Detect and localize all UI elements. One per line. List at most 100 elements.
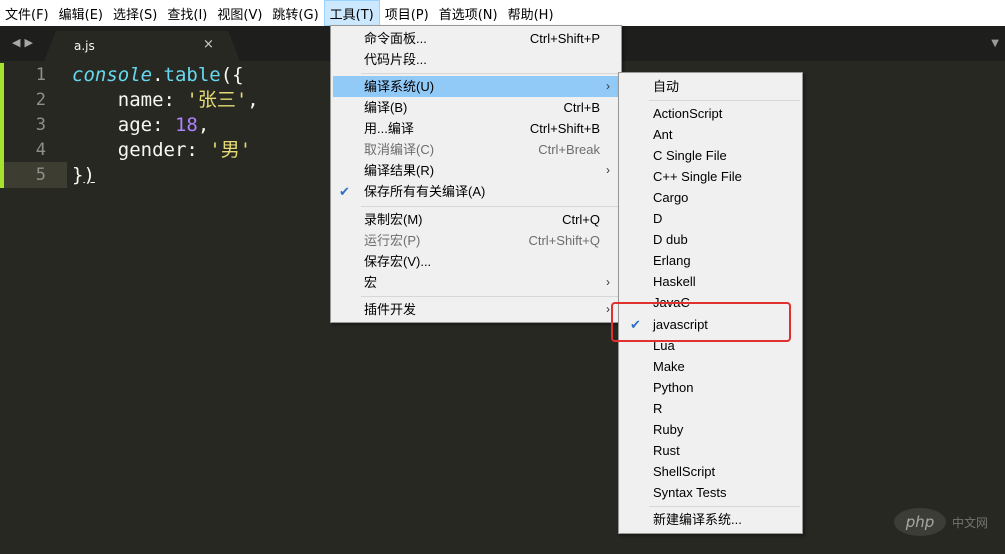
menu-selection[interactable]: 选择(S) [108, 0, 162, 26]
line-number: 2 [35, 90, 46, 110]
menu-item-build-system[interactable]: 编译系统(U) › [333, 76, 619, 97]
build-system-item[interactable]: Ant [621, 124, 800, 145]
menu-item-label: ShellScript [653, 464, 716, 479]
build-system-item[interactable]: Make [621, 356, 800, 377]
menu-item-record-macro[interactable]: 录制宏(M) Ctrl+Q [333, 209, 619, 230]
line-number: 4 [35, 140, 46, 160]
php-logo: php [894, 508, 946, 536]
code-token: 18 [174, 114, 198, 136]
watermark-text: 中文网 [952, 516, 989, 530]
menu-separator [649, 506, 800, 507]
build-system-item[interactable]: D [621, 208, 800, 229]
menu-item-label: 运行宏(P) [364, 233, 421, 248]
code-token: '男' [209, 139, 252, 161]
line-number: 3 [35, 115, 46, 135]
menu-view[interactable]: 视图(V) [212, 0, 267, 26]
menu-item-shortcut: Ctrl+Shift+P [529, 31, 600, 46]
build-system-item[interactable]: Syntax Tests [621, 482, 800, 503]
menu-item-label: Make [653, 359, 685, 374]
menu-item-build-with[interactable]: 用...编译 Ctrl+Shift+B [333, 118, 619, 139]
menu-item-label: Rust [653, 443, 680, 458]
build-system-item[interactable]: Erlang [621, 250, 800, 271]
tab-a-js[interactable]: a.js × [44, 31, 240, 61]
code-token: , [247, 89, 259, 111]
menu-help[interactable]: 帮助(H) [503, 0, 559, 26]
menu-tools[interactable]: 工具(T) [323, 0, 380, 26]
menu-item-label: Syntax Tests [653, 485, 727, 500]
menu-item-label: Cargo [653, 190, 689, 205]
build-system-item[interactable]: D dub [621, 229, 800, 250]
checkmark-icon: ✔ [339, 184, 350, 199]
build-system-item[interactable]: Cargo [621, 187, 800, 208]
menu-item-shortcut: Ctrl+Q [562, 212, 600, 227]
menu-item-save-macro[interactable]: 保存宏(V)... [333, 251, 619, 272]
menu-bar: 文件(F) 编辑(E) 选择(S) 查找(I) 视图(V) 跳转(G) 工具(T… [0, 0, 1005, 26]
menu-separator [361, 206, 619, 207]
menu-item-save-all-on-build[interactable]: ✔ 保存所有有关编译(A) [333, 181, 619, 202]
code-line-2: name: '张三', [72, 88, 259, 113]
build-system-item[interactable]: Ruby [621, 419, 800, 440]
build-system-item[interactable]: ShellScript [621, 461, 800, 482]
annotation-highlight-box [611, 302, 791, 342]
code-token: } [72, 164, 84, 186]
menu-item-shortcut: Ctrl+Break [538, 142, 600, 157]
code-token: console [72, 64, 153, 86]
menu-separator [361, 296, 619, 297]
menu-edit[interactable]: 编辑(E) [54, 0, 108, 26]
build-system-item[interactable]: 自动 [621, 76, 800, 97]
build-system-item[interactable]: C Single File [621, 145, 800, 166]
submenu-arrow-icon: › [606, 79, 610, 93]
menu-goto[interactable]: 跳转(G) [267, 0, 323, 26]
menu-item-label: 保存宏(V)... [364, 254, 432, 269]
build-system-item[interactable]: ActionScript [621, 103, 800, 124]
menu-item-developer[interactable]: 插件开发 › [333, 299, 619, 320]
build-system-item[interactable]: R [621, 398, 800, 419]
code-token: , [197, 114, 210, 136]
menu-item-label: C++ Single File [653, 169, 742, 184]
build-system-item[interactable]: C++ Single File [621, 166, 800, 187]
code-token: ) [83, 164, 95, 186]
tab-close-icon[interactable]: × [203, 37, 214, 52]
tab-list-dropdown-icon[interactable]: ▼ [991, 38, 999, 49]
menu-item-label: 命令面板... [364, 31, 427, 46]
menu-project[interactable]: 项目(P) [380, 0, 434, 26]
menu-item-label: 录制宏(M) [364, 212, 423, 227]
menu-item-label: D [653, 211, 663, 226]
code-line-3: age: 18, [72, 113, 210, 138]
tab-nav-arrows-icon[interactable]: ◀▶ [12, 36, 37, 49]
menu-item-label: 新建编译系统... [653, 512, 742, 527]
menu-item-build[interactable]: 编译(B) Ctrl+B [333, 97, 619, 118]
code-token: name: [72, 89, 187, 111]
code-token: . [152, 64, 164, 86]
build-system-item[interactable]: Python [621, 377, 800, 398]
menu-item-label: ActionScript [653, 106, 723, 121]
menu-separator [361, 73, 619, 74]
new-build-system-item[interactable]: 新建编译系统... [621, 509, 800, 530]
menu-item-label: Ant [653, 127, 673, 142]
code-line-1: console.table({ [72, 63, 244, 88]
menu-item-shortcut: Ctrl+B [563, 100, 600, 115]
menu-item-label: 保存所有有关编译(A) [364, 184, 486, 199]
menu-item-command-palette[interactable]: 命令面板... Ctrl+Shift+P [333, 28, 619, 49]
menu-item-build-results[interactable]: 编译结果(R) › [333, 160, 619, 181]
build-system-item[interactable]: Rust [621, 440, 800, 461]
menu-item-label: 宏 [364, 275, 378, 290]
menu-item-label: 插件开发 [364, 302, 417, 317]
menu-item-snippets[interactable]: 代码片段... [333, 49, 619, 70]
menu-item-label: 编译系统(U) [364, 79, 435, 94]
menu-file[interactable]: 文件(F) [0, 0, 54, 26]
menu-item-label: 取消编译(C) [364, 142, 435, 157]
menu-item-macros[interactable]: 宏 › [333, 272, 619, 293]
menu-item-label: D dub [653, 232, 688, 247]
line-number: 1 [35, 65, 46, 85]
menu-item-playback-macro: 运行宏(P) Ctrl+Shift+Q [333, 230, 619, 251]
watermark: php 中文网 [894, 506, 996, 540]
menu-find[interactable]: 查找(I) [162, 0, 212, 26]
menu-preferences[interactable]: 首选项(N) [434, 0, 503, 26]
menu-item-label: 代码片段... [364, 52, 427, 67]
build-system-item[interactable]: Haskell [621, 271, 800, 292]
menu-item-label: Ruby [653, 422, 684, 437]
menu-item-label: 编译结果(R) [364, 163, 435, 178]
menu-item-label: 编译(B) [364, 100, 408, 115]
code-token: ({ [220, 64, 244, 86]
